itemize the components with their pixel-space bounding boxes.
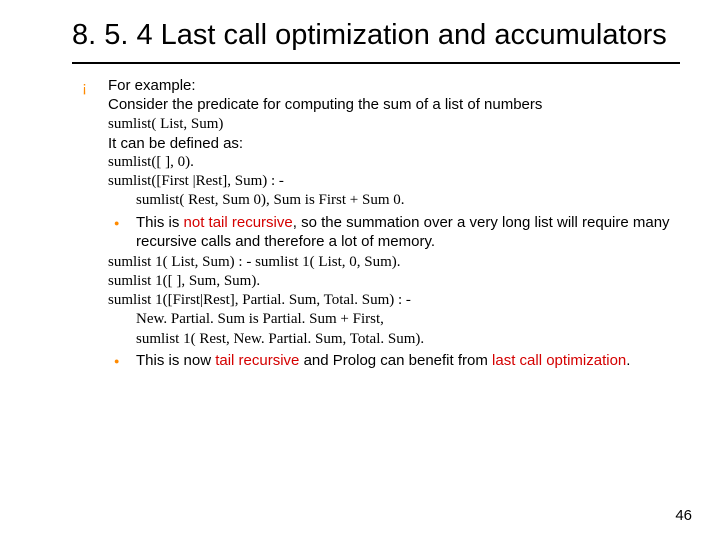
bullet-l2-2: This is now tail recursive and Prolog ca… xyxy=(108,351,680,370)
defined-as: It can be defined as: xyxy=(72,134,680,153)
code1-a: sumlist([ ], 0). xyxy=(72,153,680,172)
note1-pre: This is xyxy=(136,214,184,231)
title-rule xyxy=(72,62,680,64)
slide-body: For example: Consider the predicate for … xyxy=(72,76,680,370)
note2-r1: tail recursive xyxy=(215,352,299,369)
note1-red: not tail recursive xyxy=(184,214,293,231)
code2-a: sumlist 1( List, Sum) : - sumlist 1( Lis… xyxy=(72,253,680,272)
slide: 8. 5. 4 Last call optimization and accum… xyxy=(0,0,720,540)
note2-p3: . xyxy=(626,352,630,369)
bullet-l1: For example: Consider the predicate for … xyxy=(72,76,680,114)
page-number: 46 xyxy=(675,507,692,524)
code1-c: sumlist( Rest, Sum 0), Sum is First + Su… xyxy=(72,191,680,210)
code-signature: sumlist( List, Sum) xyxy=(72,115,680,134)
note2-p2: and Prolog can benefit from xyxy=(299,352,492,369)
code2-d: New. Partial. Sum is Partial. Sum + Firs… xyxy=(72,310,680,329)
slide-title: 8. 5. 4 Last call optimization and accum… xyxy=(72,18,680,52)
intro-line-1: For example: xyxy=(108,76,680,95)
code1-b: sumlist([First |Rest], Sum) : - xyxy=(72,172,680,191)
intro-line-2: Consider the predicate for computing the… xyxy=(108,95,680,114)
code2-b: sumlist 1([ ], Sum, Sum). xyxy=(72,272,680,291)
note2-r2: last call optimization xyxy=(492,352,626,369)
note2-p1: This is now xyxy=(136,352,215,369)
code2-e: sumlist 1( Rest, New. Partial. Sum, Tota… xyxy=(72,330,680,349)
bullet-l2-1: This is not tail recursive, so the summa… xyxy=(108,213,680,251)
code2-c: sumlist 1([First|Rest], Partial. Sum, To… xyxy=(72,291,680,310)
